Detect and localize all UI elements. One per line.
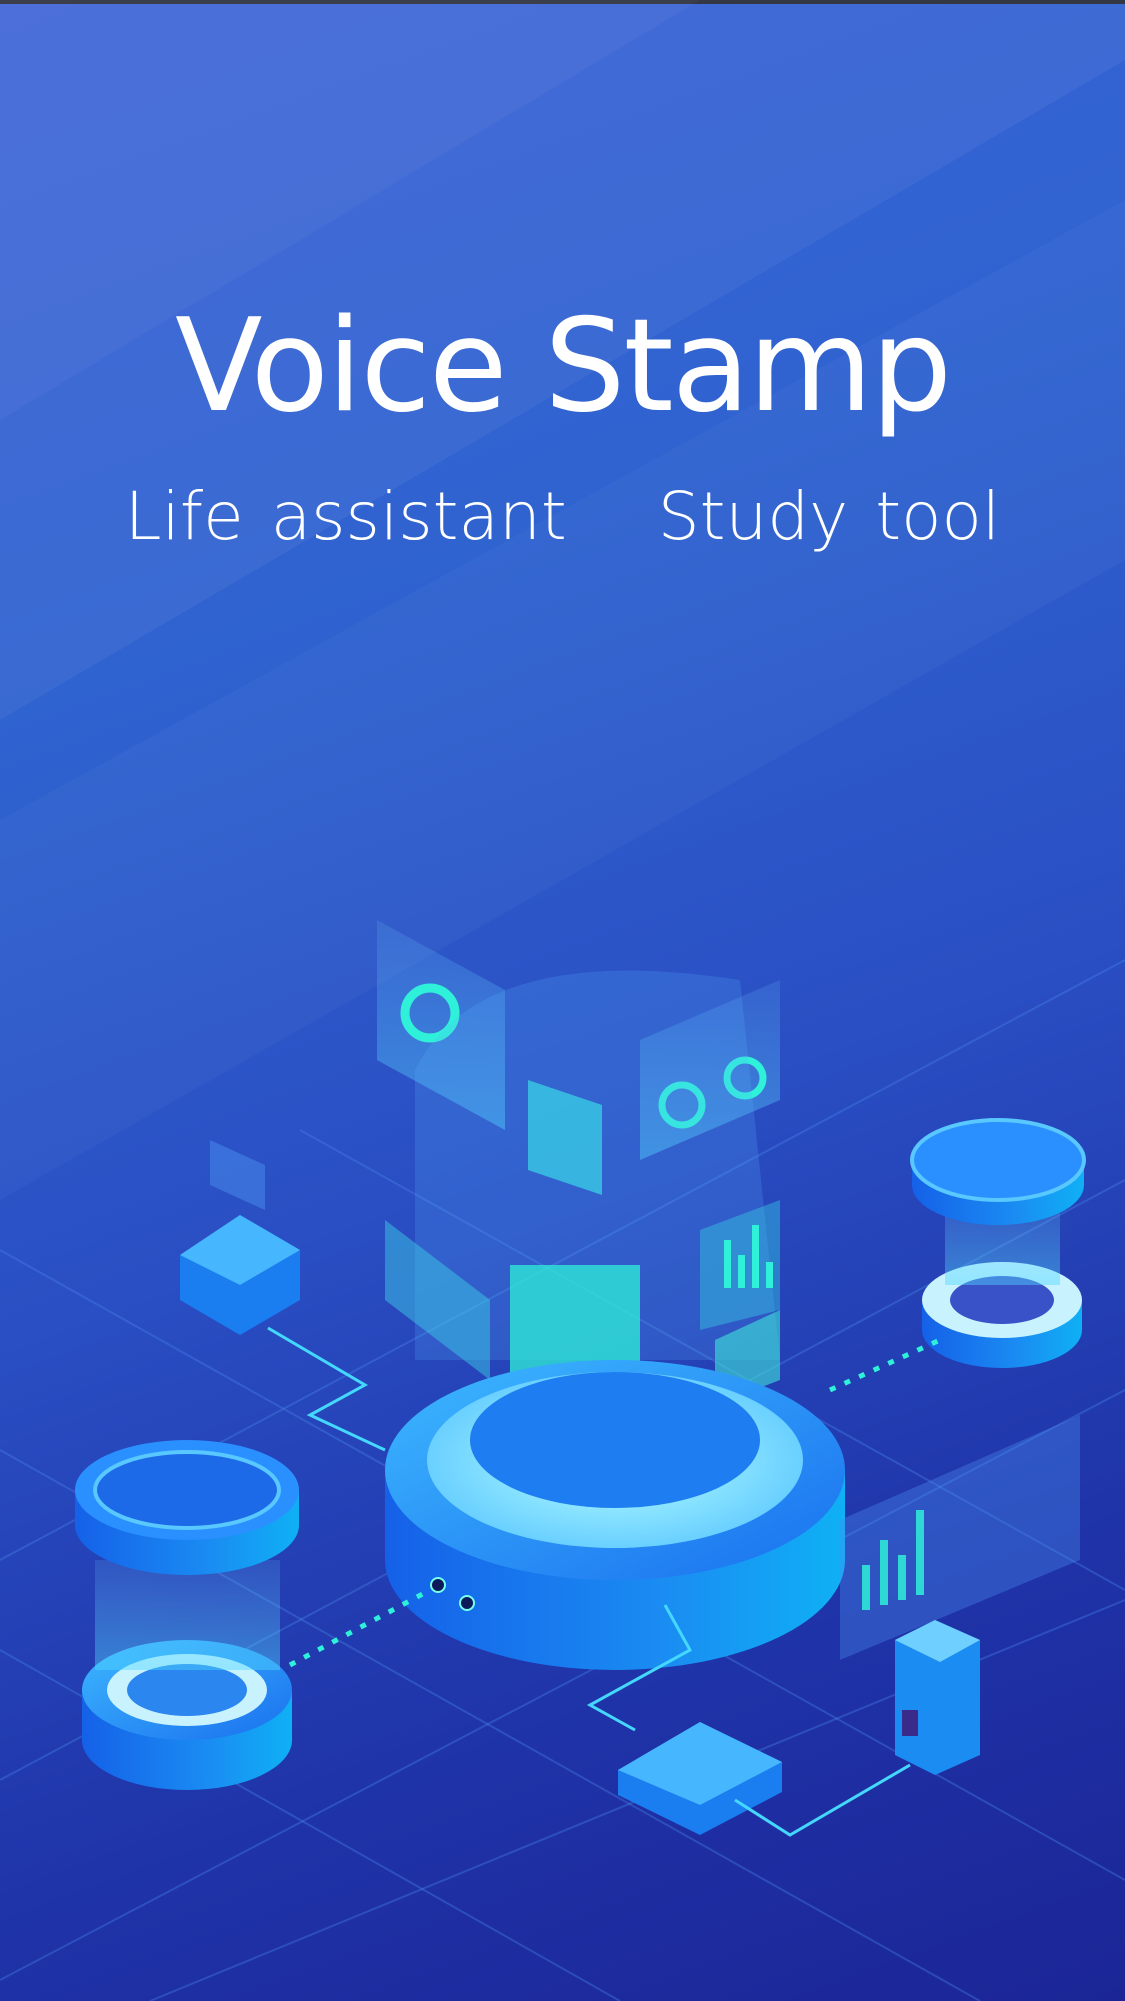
- holographic-panels: [377, 920, 780, 1430]
- main-platform: [385, 1360, 845, 1670]
- speaker-box: [180, 1140, 300, 1335]
- app-title: Voice Stamp: [174, 292, 952, 441]
- router-device: [618, 1722, 782, 1835]
- right-pedestal: [910, 1118, 1086, 1368]
- tower-device: [895, 1620, 980, 1775]
- smart-hub-illustration: [0, 920, 1125, 2001]
- left-pedestal: [75, 1440, 299, 1790]
- tagline-life-assistant: Life assistant: [124, 478, 567, 555]
- tagline-study-tool: Study tool: [657, 478, 1001, 555]
- tagline-row: Life assistant Study tool: [0, 478, 1125, 555]
